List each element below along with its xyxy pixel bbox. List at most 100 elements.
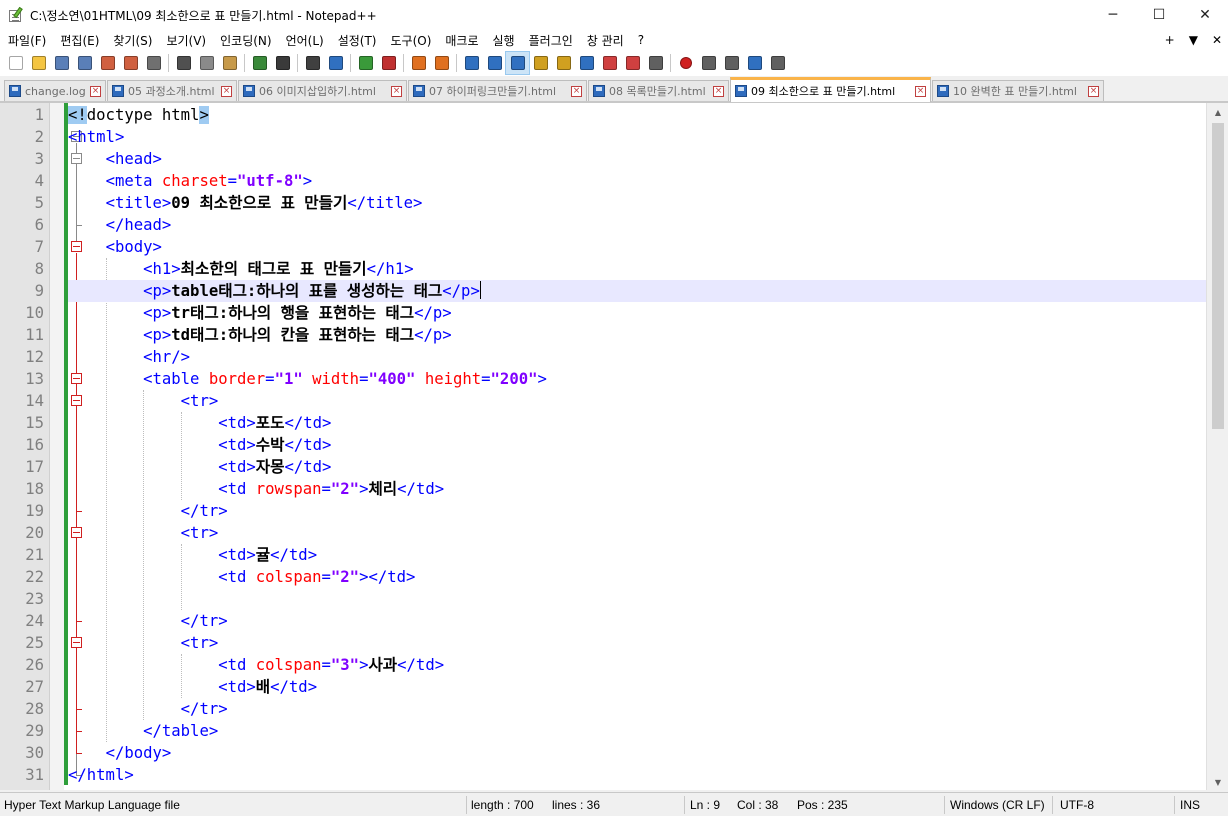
code-line[interactable]: <body> [68, 236, 1206, 258]
play-multiple-button[interactable] [743, 52, 766, 74]
code-line[interactable] [68, 588, 1206, 610]
show-all-chars-button[interactable] [483, 52, 506, 74]
code-line[interactable]: <p>table태그:하나의 표를 생성하는 태그</p> [68, 280, 1206, 302]
code-line[interactable]: <title>09 최소한으로 표 만들기</title> [68, 192, 1206, 214]
tab-close-icon[interactable]: × [1088, 85, 1099, 97]
folder-workspace-button[interactable] [598, 52, 621, 74]
redo-button[interactable] [271, 52, 294, 74]
status-insert-mode[interactable]: INS [1176, 793, 1200, 816]
tab-document[interactable]: 10 완벽한 표 만들기.html × [932, 80, 1104, 101]
tab-document[interactable]: 06 이미지삽입하기.html × [238, 80, 407, 101]
save-macro-button[interactable] [766, 52, 789, 74]
code-line[interactable]: <p>td태그:하나의 칸을 표현하는 태그</p> [68, 324, 1206, 346]
menu-language[interactable]: 언어(L) [279, 32, 331, 49]
tab-close-icon[interactable]: × [391, 85, 402, 97]
tab-close-icon[interactable]: × [221, 85, 232, 97]
code-line[interactable]: <td>포도</td> [68, 412, 1206, 434]
code-line[interactable]: <td>귤</td> [68, 544, 1206, 566]
code-line[interactable]: <head> [68, 148, 1206, 170]
menu-edit[interactable]: 편집(E) [53, 32, 106, 49]
add-tab-button[interactable]: + [1165, 33, 1175, 47]
minimize-button[interactable]: ─ [1090, 0, 1136, 30]
menu-run[interactable]: 실행 [486, 32, 522, 49]
code-line[interactable]: </body> [68, 742, 1206, 764]
tab-document[interactable]: change.log × [4, 80, 106, 101]
undo-button[interactable] [248, 52, 271, 74]
code-line[interactable]: <p>tr태그:하나의 행을 표현하는 태그</p> [68, 302, 1206, 324]
code-line[interactable]: <td colspan="2"></td> [68, 566, 1206, 588]
menu-help[interactable]: ? [631, 33, 651, 47]
sync-horizontal-button[interactable] [430, 52, 453, 74]
tab-close-icon[interactable]: × [915, 85, 926, 97]
tab-close-icon[interactable]: × [90, 85, 101, 97]
record-macro-button[interactable] [674, 52, 697, 74]
code-line[interactable]: <!doctype html> [68, 104, 1206, 126]
fold-margin[interactable] [50, 103, 64, 790]
close-button[interactable] [96, 52, 119, 74]
open-file-button[interactable] [27, 52, 50, 74]
editor[interactable]: 1 2 3 4 5 6 7 8 9 10 11 12 13 14 15 16 17 18 19 20 21 22 23 24 2… [0, 102, 1228, 790]
code-line[interactable]: <table border="1" width="400" height="20… [68, 368, 1206, 390]
code-line[interactable]: <meta charset="utf-8"> [68, 170, 1206, 192]
menu-settings[interactable]: 설정(T) [331, 32, 384, 49]
cut-button[interactable] [172, 52, 195, 74]
code-line[interactable]: <td rowspan="2">체리</td> [68, 478, 1206, 500]
tab-document[interactable]: 08 목록만들기.html × [588, 80, 729, 101]
new-file-button[interactable] [4, 52, 27, 74]
tab-close-icon[interactable]: × [571, 85, 582, 97]
menu-view[interactable]: 보기(V) [159, 32, 213, 49]
code-line[interactable]: <td colspan="3">사과</td> [68, 654, 1206, 676]
stop-record-button[interactable] [697, 52, 720, 74]
print-button[interactable] [142, 52, 165, 74]
find-button[interactable] [301, 52, 324, 74]
function-list-button[interactable] [575, 52, 598, 74]
close-button[interactable]: ✕ [1182, 0, 1228, 30]
udl-button[interactable] [529, 52, 552, 74]
save-all-button[interactable] [73, 52, 96, 74]
zoom-in-button[interactable] [354, 52, 377, 74]
scrollbar-thumb[interactable] [1212, 123, 1224, 429]
code-line[interactable]: </tr> [68, 698, 1206, 720]
tab-document[interactable]: 09 최소한으로 표 만들기.html × [730, 77, 931, 102]
tab-document[interactable]: 05 과정소개.html × [107, 80, 237, 101]
tab-list-dropdown-button[interactable]: ▼ [1189, 33, 1198, 47]
doc-map-button[interactable] [552, 52, 575, 74]
scroll-up-arrow-icon[interactable]: ▲ [1207, 103, 1228, 121]
code-line[interactable]: <td>자몽</td> [68, 456, 1206, 478]
vertical-scrollbar[interactable]: ▲ ▼ [1206, 103, 1228, 790]
menu-plugins[interactable]: 플러그인 [522, 32, 580, 49]
code-line[interactable]: <html> [68, 126, 1206, 148]
code-line[interactable]: </head> [68, 214, 1206, 236]
save-button[interactable] [50, 52, 73, 74]
copy-button[interactable] [195, 52, 218, 74]
word-wrap-button[interactable] [460, 52, 483, 74]
menu-macro[interactable]: 매크로 [438, 32, 485, 49]
zoom-out-button[interactable] [377, 52, 400, 74]
maximize-button[interactable]: ☐ [1136, 0, 1182, 30]
code-line[interactable]: </tr> [68, 500, 1206, 522]
code-line[interactable]: <td>배</td> [68, 676, 1206, 698]
doc-switcher-button[interactable] [644, 52, 667, 74]
close-all-button[interactable] [119, 52, 142, 74]
play-macro-button[interactable] [720, 52, 743, 74]
menu-search[interactable]: 찾기(S) [106, 32, 159, 49]
monitoring-button[interactable] [621, 52, 644, 74]
code-line[interactable]: <tr> [68, 522, 1206, 544]
paste-button[interactable] [218, 52, 241, 74]
status-ln[interactable]: Ln : 9 [686, 793, 720, 816]
tab-close-icon[interactable]: × [713, 85, 724, 97]
menu-file[interactable]: 파일(F) [0, 32, 53, 49]
code-line[interactable]: <tr> [68, 390, 1206, 412]
status-eol[interactable]: Windows (CR LF) [946, 793, 1045, 816]
status-pos[interactable]: Pos : 235 [793, 793, 848, 816]
close-document-button[interactable]: ✕ [1212, 33, 1222, 47]
menu-encoding[interactable]: 인코딩(N) [213, 32, 278, 49]
code-area[interactable]: <!doctype html> <html> <head> <meta chars… [68, 103, 1206, 790]
code-line[interactable]: </table> [68, 720, 1206, 742]
code-line[interactable]: </html> [68, 764, 1206, 786]
code-line[interactable]: <tr> [68, 632, 1206, 654]
sync-vertical-button[interactable] [407, 52, 430, 74]
tab-document[interactable]: 07 하이퍼링크만들기.html × [408, 80, 587, 101]
scroll-down-arrow-icon[interactable]: ▼ [1207, 773, 1228, 790]
code-line[interactable]: <h1>최소한의 태그로 표 만들기</h1> [68, 258, 1206, 280]
